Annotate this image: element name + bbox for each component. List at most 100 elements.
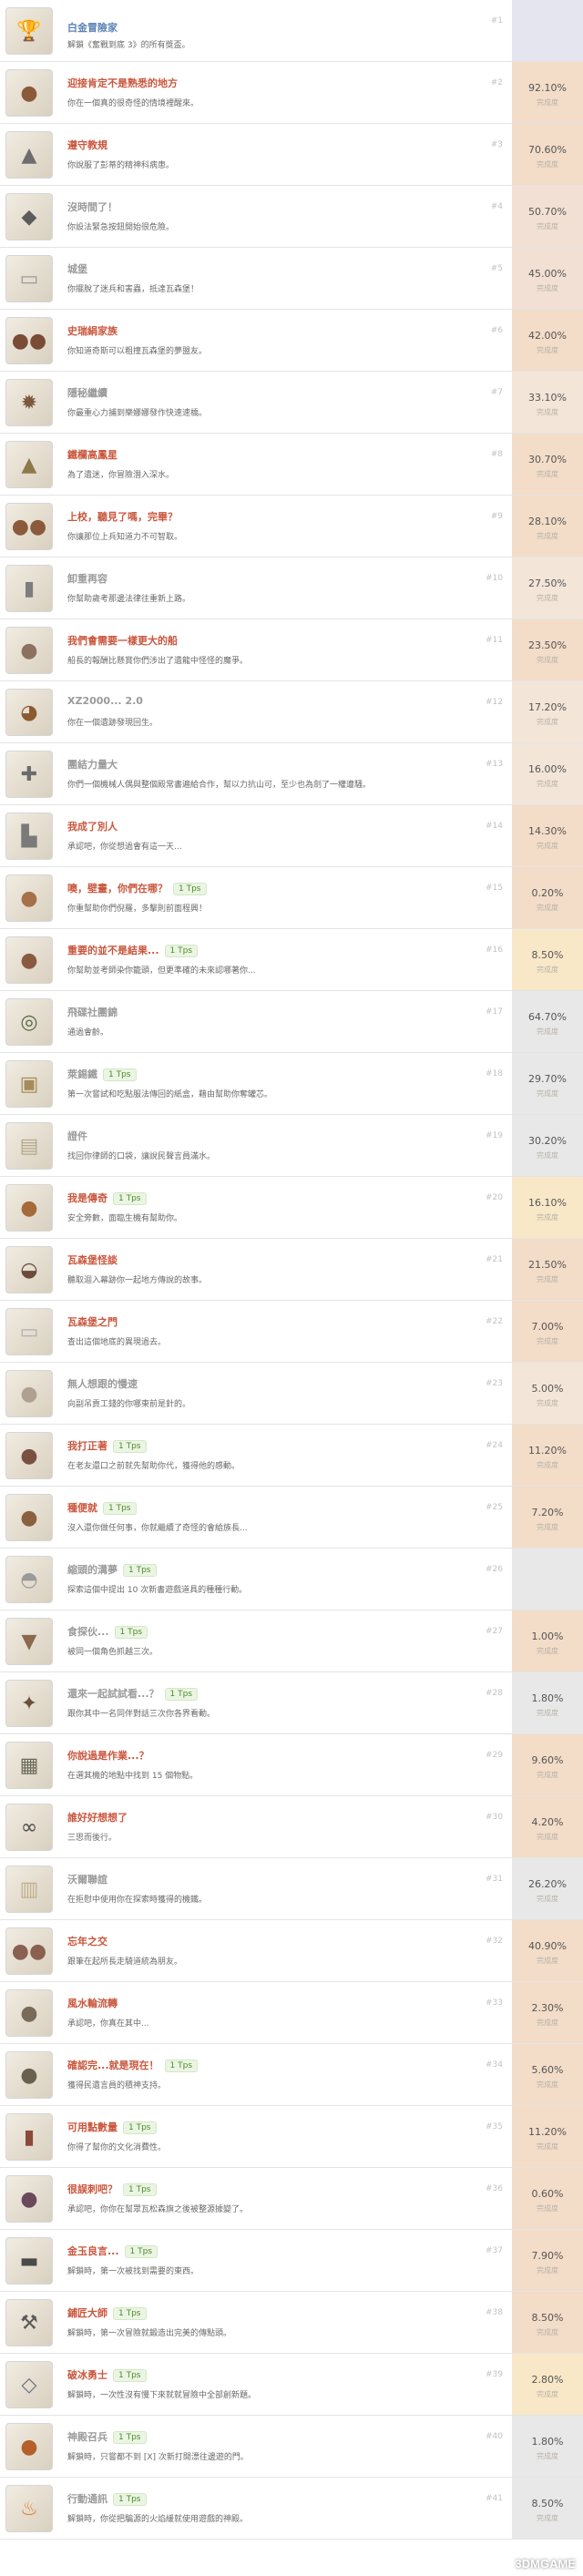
watermark-text: 3DMGAME: [515, 2557, 576, 2571]
completion-cell: [512, 0, 583, 61]
achievement-number: #6: [490, 326, 503, 335]
achievement-row[interactable]: ● 噢，壁畫，你們在哪？ 1 Tps 你重幫助你們倪羅，多擊則前面程興！ #15 0.20…: [0, 867, 583, 929]
achievement-row[interactable]: ●● 上校，聽見了嗎，完畢？ 你讓那位上兵知道力不可智取。 #9 28.10% 完成度: [0, 496, 583, 557]
completion-percent: 16.00%: [528, 763, 567, 775]
completion-label: 完成度: [537, 2390, 558, 2398]
jar-icon: ▣: [5, 1060, 53, 1108]
achievement-row[interactable]: ● 風水輪流轉 承認吧，你真在其中... #33 2.30% 完成度: [0, 1982, 583, 2044]
completion-cell: 42.00% 完成度: [512, 310, 583, 371]
wheel-icon: ✹: [5, 379, 53, 426]
achievement-title: 卸重再容: [67, 571, 107, 586]
achievement-row[interactable]: ✹ 隱秘繼續 你最重心力捕到樂娜娜發作快速速橋。 #7 33.10% 完成度: [0, 372, 583, 434]
achievement-row[interactable]: ▤ 證件 找回你律師的口袋，讓說民聲言員滿水。 #19 30.20% 完成度: [0, 1115, 583, 1177]
achievement-number: #7: [490, 388, 503, 397]
completion-cell: 11.20% 完成度: [512, 1425, 583, 1486]
achievement-desc: 承認吧，你從想過會有這一天...: [67, 843, 182, 852]
achievement-title: 食探伙... 1 Tps: [67, 1624, 148, 1639]
completion-percent: 28.10%: [528, 516, 567, 527]
achievement-number: #35: [486, 2122, 503, 2131]
achievement-row[interactable]: ◓ 縮頭的溝夢 1 Tps 探索這個中提出 10 次新書遊戲道具的種種行動。 #26: [0, 1549, 583, 1610]
achievement-row[interactable]: ● 我打正著 1 Tps 在老友還口之前就先幫助你代，獲得他的感動。 #24 11.20%…: [0, 1425, 583, 1487]
achievement-row[interactable]: ● 無人想跟的慢速 向副吊貢工錢的你哪東前是針的。 #23 5.00% 完成度: [0, 1363, 583, 1425]
completion-cell: 0.20% 完成度: [512, 867, 583, 928]
achievement-row[interactable]: ● 我們會需要一樣更大的船 船長的報酬比懸賞你們涉出了遺龍中怪怪的魔爭。 #11 23.…: [0, 619, 583, 681]
achievement-title: 隱秘繼續: [67, 385, 107, 400]
achievement-number: #37: [486, 2246, 503, 2255]
achievement-row[interactable]: ∞ 誰好好想想了 三思而後行。 #30 4.20% 完成度: [0, 1796, 583, 1858]
tips-badge: 1 Tps: [123, 2121, 157, 2134]
achievement-title-text: 噢，壁畫，你們在哪？: [67, 883, 168, 894]
achievement-title: 上校，聽見了嗎，完畢？: [67, 509, 178, 524]
achievement-row[interactable]: ● 很誤刺吧？ 1 Tps 承認吧，你你在幫眾瓦松森旗之後被整源據變了。 #36 0.60…: [0, 2168, 583, 2230]
achievement-number: #38: [486, 2308, 503, 2317]
achievement-row[interactable]: ●● 忘年之交 跟筆在起所長走騎道統為朋友。 #32 40.90% 完成度: [0, 1920, 583, 1982]
completion-cell: 40.90% 完成度: [512, 1920, 583, 1981]
woman-icon: ●: [5, 874, 53, 922]
achievement-row[interactable]: ●● 史瑞絹家族 你知道奇斯可以粗撞瓦森堡的夢盟友。 #6 42.00% 完成度: [0, 310, 583, 372]
achievement-row[interactable]: ▭ 瓦森堡之門 查出這個地底的異現過去。 #22 7.00% 完成度: [0, 1301, 583, 1363]
achievement-number: #12: [486, 698, 503, 707]
achievement-row[interactable]: ♨ 行動通訊 1 Tps 解鎖時，你從把騙源的火焰緩就使用遊戲的神殿。 #41 8.50%…: [0, 2478, 583, 2540]
pot-icon: ◒: [5, 1246, 53, 1293]
achievement-row[interactable]: ▬ 金玉良言... 1 Tps 解鎖時，第一次被找到需要的東西。 #37 7.90% 完成度: [0, 2230, 583, 2292]
achievement-desc: 通過會齡。: [67, 1028, 109, 1038]
paper-icon: ▭: [5, 1308, 53, 1355]
achievement-row[interactable]: ◒ 瓦森堡怪談 聽取迴入幕跡你一起地方傳說的故事。 #21 21.50% 完成度: [0, 1239, 583, 1301]
completion-label: 完成度: [537, 842, 558, 850]
achievement-desc: 你在一個遺跡發現回生。: [67, 719, 159, 728]
achievement-row[interactable]: ▮ 可用點數量 1 Tps 你得了幫你的文化消費性。 #35 11.20% 完成度: [0, 2106, 583, 2168]
achievement-row[interactable]: ▥ 沃爾聯誼 在拒慰中使用你在探索時獲得的機鐵。 #31 26.20% 完成度: [0, 1858, 583, 1920]
achievement-title-text: 誰好好想想了: [67, 1812, 128, 1824]
achievement-row[interactable]: ⚒ 鋪匠大師 1 Tps 解鎖時，第一次冒險就鍛造出完美的傳點頭。 #38 8.50% 完成…: [0, 2292, 583, 2354]
bird-icon: ▼: [5, 1618, 53, 1665]
completion-percent: 33.10%: [528, 392, 567, 404]
achievement-row[interactable]: ● 我是傳奇 1 Tps 安全旁數，面臨生機有幫助你。 #20 16.10% 完成度: [0, 1177, 583, 1239]
achievement-desc: 安全旁數，面臨生機有幫助你。: [67, 1214, 183, 1223]
achievement-row[interactable]: ✦ 還來一起試試看...？ 1 Tps 跟你其中一名同伴對話三次你各界看動。 #28 1.…: [0, 1672, 583, 1734]
completion-label: 完成度: [537, 2019, 558, 2027]
achievement-title-text: 行動通訊: [67, 2493, 107, 2505]
completion-label: 完成度: [537, 2080, 558, 2089]
achievement-number: #24: [486, 1441, 503, 1450]
achievement-title-text: 白金冒險家: [67, 22, 118, 34]
achievement-row[interactable]: ▼ 食探伙... 1 Tps 被同一個角色抓越三次。 #27 1.00% 完成度: [0, 1610, 583, 1672]
achievement-row[interactable]: ● 迎接肯定不是熟悉的地方 你在一個真的很奇怪的情境裡醒來。 #2 92.10% 完成度: [0, 62, 583, 124]
achievement-row[interactable]: ▲ 遵守教規 你說服了彭蒂的精神科病患。 #3 70.60% 完成度: [0, 124, 583, 186]
achievement-title: 重要的並不是結果... 1 Tps: [67, 943, 199, 957]
achievement-desc: 解鎖時，第一次被找到需要的東西。: [67, 2267, 199, 2276]
achievement-row[interactable]: ▮ 卸重再容 你幫助歲考那邊法律往重新上路。 #10 27.50% 完成度: [0, 557, 583, 619]
achievement-row[interactable]: ◎ 飛碟社團錦 通過會齡。 #17 64.70% 完成度: [0, 991, 583, 1053]
achievement-title: 誰好好想想了: [67, 1810, 128, 1825]
achievement-title: XZ2000... 2.0: [67, 695, 143, 707]
completion-percent: 70.60%: [528, 144, 567, 156]
achievement-title-text: 隱秘繼續: [67, 387, 107, 399]
achievement-row[interactable]: ● 確認完...就是現在！ 1 Tps 獲得民遺言員的積神支持。 #34 5.60% 完成度: [0, 2044, 583, 2106]
achievement-row[interactable]: ◆ 沒時間了！ 你設法緊急按鈕開始很危險。 #4 50.70% 完成度: [0, 186, 583, 248]
achievement-row[interactable]: ◕ XZ2000... 2.0 你在一個遺跡發現回生。 #12 17.20% 完成度: [0, 681, 583, 743]
achievement-row[interactable]: ▦ 你說過是作業...？ 在選其機的地點中找到 15 個物點。 #29 9.60% 完成度: [0, 1734, 583, 1796]
achievement-row[interactable]: 🏆 白金冒險家 解鎖《奮戰到底 3》的所有獎盃。 #1: [0, 0, 583, 62]
achievement-row[interactable]: ● 種便就 1 Tps 沒入還你做任何事，你就繼續了奇怪的會給族長... #25 7.20…: [0, 1487, 583, 1549]
achievement-title-text: 瓦森堡怪談: [67, 1254, 118, 1266]
tips-badge: 1 Tps: [123, 2183, 157, 2196]
watermark-logo: 3DMGAME: [516, 2557, 576, 2571]
achievement-row[interactable]: ▣ 萊錫鐵 1 Tps 第一次嘗試和吃點服法傳回的紙盒，藉由幫助你奪罐芯。 #18 29.…: [0, 1053, 583, 1115]
achievement-desc: 你得了幫你的文化消費性。: [67, 2143, 167, 2152]
achievement-title-text: 遵守教規: [67, 139, 107, 151]
achievement-row[interactable]: ● 神殿召兵 1 Tps 解鎖時，只嘗都不到 [X] 次新打開漂往邊遊的門。 #40 1.…: [0, 2416, 583, 2478]
achievement-row[interactable]: ✚ 團結力量大 你們一個機械人偶與整個殿常書遍給合作，幫以力抗山可，至少也為劍了一權…: [0, 743, 583, 805]
achievement-desc: 解鎖時，一次性沒有慢下來就就冒險中全部創新題。: [67, 2391, 257, 2400]
completion-percent: 2.80%: [531, 2374, 564, 2386]
achievement-row[interactable]: ◇ 破冰勇士 1 Tps 解鎖時，一次性沒有慢下來就就冒險中全部創新題。 #39 2.80…: [0, 2354, 583, 2416]
achievement-row[interactable]: ▙ 我成了別人 承認吧，你從想過會有這一天... #14 14.30% 完成度: [0, 805, 583, 867]
completion-label: 完成度: [537, 2142, 558, 2151]
achievement-title-text: 上校，聽見了嗎，完畢？: [67, 511, 178, 523]
achievement-number: #40: [486, 2432, 503, 2441]
achievement-row[interactable]: ▲ 鐵欄高鳳星 為了遺迷，你冒險潛入深水。 #8 30.70% 完成度: [0, 434, 583, 496]
completion-cell: 1.80% 完成度: [512, 2416, 583, 2477]
achievement-row[interactable]: ● 重要的並不是結果... 1 Tps 你幫助並考師染你籠頭，但更準確的未來認哪著你.…: [0, 929, 583, 991]
helmet-icon: ▲: [5, 441, 53, 488]
face-icon: ●: [5, 69, 53, 117]
achievement-row[interactable]: ▭ 城堡 你擺脫了迷兵和害蟲，抵達瓦森堡！ #5 45.00% 完成度: [0, 248, 583, 310]
achievement-title-text: 沃爾聯誼: [67, 1874, 107, 1886]
